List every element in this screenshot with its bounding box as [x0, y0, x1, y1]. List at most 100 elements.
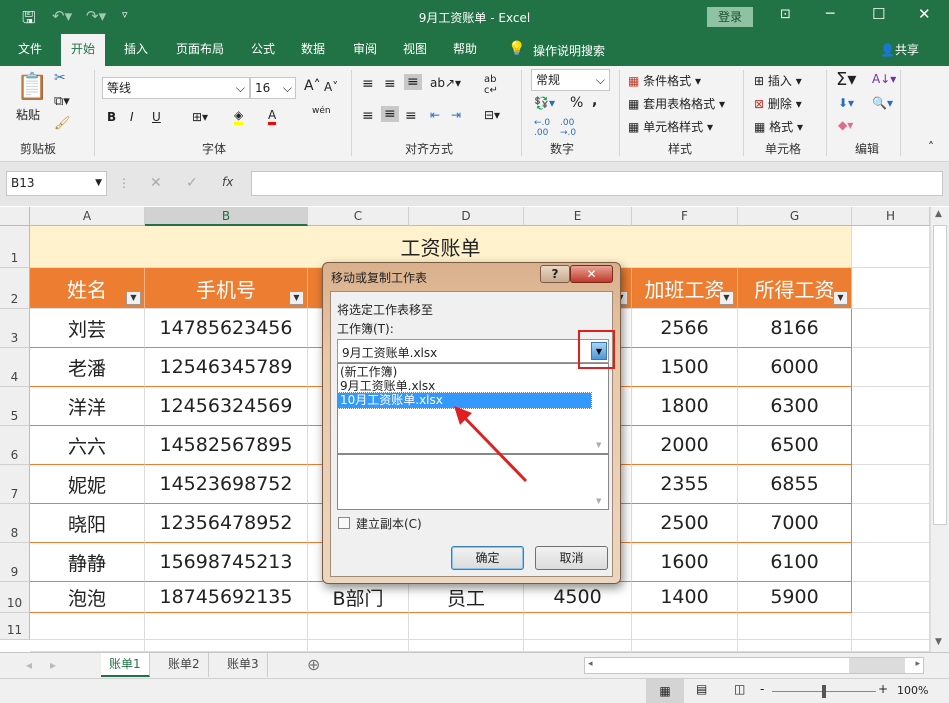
- page-layout-view-icon[interactable]: ▤: [696, 682, 707, 696]
- decrease-decimal-icon[interactable]: .00→.0: [560, 118, 576, 138]
- insert-cells-button[interactable]: ⊞ 插入 ▾: [754, 72, 802, 89]
- borders-icon[interactable]: ⊞▾: [192, 110, 208, 124]
- sheet-tab-2[interactable]: 账单2: [160, 653, 209, 677]
- data-cell[interactable]: 员工: [409, 582, 524, 613]
- tab-formulas[interactable]: 公式: [241, 34, 285, 66]
- filter-dropdown-icon[interactable]: ▼: [719, 291, 734, 305]
- tab-page-layout[interactable]: 页面布局: [166, 34, 234, 66]
- comma-button[interactable]: ,: [592, 93, 597, 109]
- font-size-select[interactable]: 16⌵: [250, 77, 296, 99]
- merge-center-icon[interactable]: ⊟▾: [484, 108, 500, 122]
- data-cell[interactable]: 2355: [632, 465, 738, 504]
- data-cell[interactable]: 14523698752: [145, 465, 308, 504]
- data-cell[interactable]: 6300: [738, 387, 852, 426]
- paste-button[interactable]: 粘贴: [16, 106, 40, 123]
- phonetic-button[interactable]: wén: [312, 106, 331, 116]
- format-painter-icon[interactable]: 🖌: [54, 116, 71, 131]
- find-icon[interactable]: 🔍▾: [872, 96, 893, 110]
- data-cell[interactable]: 14785623456: [145, 309, 308, 348]
- cell[interactable]: [852, 582, 930, 613]
- cell[interactable]: [852, 504, 930, 543]
- add-sheet-icon[interactable]: ⊕: [307, 655, 320, 674]
- cell[interactable]: [524, 613, 632, 640]
- data-cell[interactable]: 1600: [632, 543, 738, 582]
- data-cell[interactable]: 7000: [738, 504, 852, 543]
- cell[interactable]: [524, 640, 632, 652]
- workbook-option[interactable]: 9月工资账单.xlsx: [338, 379, 591, 393]
- cut-icon[interactable]: ✂: [54, 70, 66, 86]
- create-copy-checkbox[interactable]: [338, 517, 350, 529]
- data-cell[interactable]: 1500: [632, 348, 738, 387]
- data-cell[interactable]: 12546345789: [145, 348, 308, 387]
- tab-review[interactable]: 审阅: [343, 34, 387, 66]
- cancel-icon[interactable]: ✕: [150, 175, 162, 191]
- tab-help[interactable]: 帮助: [443, 34, 487, 66]
- cell[interactable]: [30, 640, 145, 652]
- column-header-g[interactable]: G: [738, 207, 852, 226]
- cell[interactable]: [852, 309, 930, 348]
- tab-file[interactable]: 文件: [8, 34, 52, 66]
- workbook-option[interactable]: (新工作簿): [338, 365, 591, 379]
- row-header-7[interactable]: 7: [0, 465, 30, 504]
- workbook-dropdown[interactable]: 9月工资账单.xlsx ▼: [337, 339, 609, 363]
- row-header-8[interactable]: 8: [0, 504, 30, 543]
- cell[interactable]: [852, 426, 930, 465]
- cancel-button[interactable]: 取消: [535, 546, 608, 570]
- sheet-tab-1[interactable]: 账单1: [101, 653, 150, 677]
- redo-icon[interactable]: ↷▾: [86, 7, 106, 25]
- data-cell[interactable]: 洋洋: [30, 387, 145, 426]
- decrease-indent-icon[interactable]: ⇤: [430, 108, 440, 122]
- cell[interactable]: [308, 613, 409, 640]
- increase-font-icon[interactable]: A˄: [304, 78, 321, 94]
- row-header-9[interactable]: 9: [0, 543, 30, 582]
- scroll-right-icon[interactable]: ▸: [915, 659, 920, 669]
- header-cell[interactable]: 姓名▼: [30, 268, 145, 309]
- data-cell[interactable]: 1800: [632, 387, 738, 426]
- number-format-select[interactable]: 常规⌵: [531, 69, 610, 91]
- row-header-3[interactable]: 3: [0, 309, 30, 348]
- data-cell[interactable]: 2566: [632, 309, 738, 348]
- column-header-a[interactable]: A: [30, 207, 145, 226]
- save-icon[interactable]: 🖫: [22, 7, 36, 34]
- zoom-level[interactable]: 100%: [897, 684, 928, 697]
- row-header-6[interactable]: 6: [0, 426, 30, 465]
- format-cells-button[interactable]: ▦ 格式 ▾: [754, 118, 803, 135]
- customize-qat-icon[interactable]: ▿: [122, 8, 128, 21]
- cell[interactable]: [30, 613, 145, 640]
- fill-color-icon[interactable]: ◈: [234, 108, 243, 125]
- ok-button[interactable]: 确定: [451, 546, 524, 570]
- select-all-button[interactable]: [0, 207, 30, 226]
- list-scroll-down-icon[interactable]: ▼: [596, 441, 601, 449]
- row-header-4[interactable]: 4: [0, 348, 30, 387]
- column-header-d[interactable]: D: [409, 207, 524, 226]
- tab-insert[interactable]: 插入: [114, 34, 158, 66]
- maximize-button[interactable]: ☐: [872, 5, 885, 23]
- row-header-1[interactable]: 1: [0, 226, 30, 268]
- font-color-icon[interactable]: A: [268, 108, 276, 125]
- wrap-text-icon[interactable]: abc↵: [484, 74, 498, 96]
- undo-icon[interactable]: ↶▾: [52, 7, 72, 25]
- cell[interactable]: [852, 226, 930, 268]
- column-header-b[interactable]: B: [145, 207, 308, 226]
- copy-icon[interactable]: ⧉▾: [54, 94, 70, 109]
- minimize-button[interactable]: ─: [826, 6, 834, 22]
- help-button[interactable]: ?: [540, 265, 570, 283]
- filter-dropdown-icon[interactable]: ▼: [833, 291, 848, 305]
- share-button[interactable]: 👤共享: [880, 41, 919, 58]
- align-right-icon[interactable]: ≡: [405, 108, 417, 124]
- data-cell[interactable]: 2000: [632, 426, 738, 465]
- data-cell[interactable]: 老潘: [30, 348, 145, 387]
- data-cell[interactable]: 18745692135: [145, 582, 308, 613]
- zoom-out-button[interactable]: -: [760, 682, 764, 696]
- paste-icon[interactable]: 📋: [16, 72, 48, 102]
- cell[interactable]: [852, 543, 930, 582]
- header-cell[interactable]: 手机号▼: [145, 268, 308, 309]
- align-center-icon[interactable]: ≡: [381, 106, 399, 122]
- cell[interactable]: [852, 387, 930, 426]
- close-button[interactable]: ✕: [918, 5, 931, 23]
- zoom-in-button[interactable]: +: [878, 682, 888, 696]
- data-cell[interactable]: 12356478952: [145, 504, 308, 543]
- column-header-h[interactable]: H: [852, 207, 930, 226]
- percent-button[interactable]: %: [570, 95, 583, 111]
- vertical-scrollbar[interactable]: ▲ ▼: [930, 207, 949, 652]
